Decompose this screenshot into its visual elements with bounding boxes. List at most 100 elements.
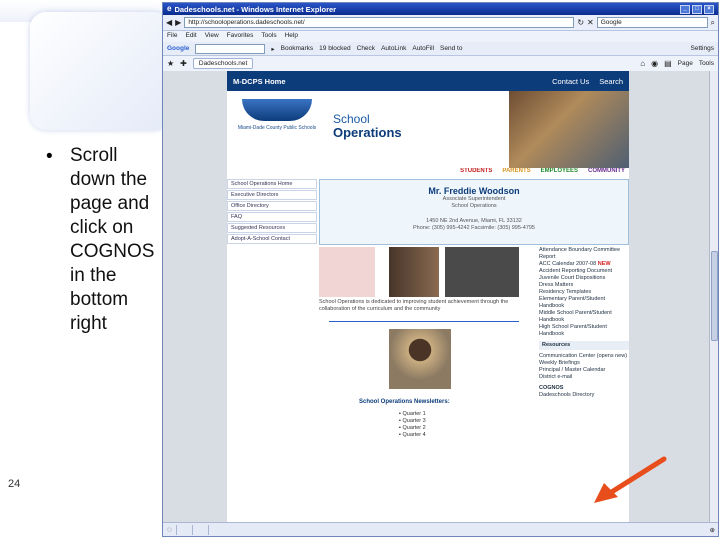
stop-icon[interactable]: ✕ [587,18,594,27]
nav-parents[interactable]: PARENTS [502,168,530,176]
link-elem-handbook[interactable]: Elementary Parent/Student Handbook [539,296,629,310]
instruction-text: Scroll down the page and click on COGNOS… [70,145,155,334]
new-badge: NEW [597,261,611,267]
slide: • Scroll down the page and click on COGN… [0,0,720,540]
window-title: Dadeschools.net - Windows Internet Explo… [174,4,337,14]
maximize-icon[interactable]: □ [692,4,702,14]
bullet-marker: • [46,146,53,167]
search-icon[interactable]: ⌕ [711,18,715,27]
add-favorite-icon[interactable]: ✚ [180,59,187,68]
link-dadeschools-directory[interactable]: Dadeschools Directory [539,392,629,399]
browser-titlebar: e Dadeschools.net - Windows Internet Exp… [163,3,718,15]
slide-page-number: 24 [8,478,21,490]
menu-edit[interactable]: Edit [185,32,196,41]
toolbar-settings[interactable]: Settings [691,45,715,52]
print-icon[interactable]: ▤ [664,59,672,68]
address-input[interactable]: http://schooloperations.dadeschools.net/ [184,17,575,28]
status-segment [175,525,188,535]
toolbar-autolink[interactable]: AutoLink [381,45,406,52]
toolbar-send-to[interactable]: Send to [440,45,462,52]
menu-tools[interactable]: Tools [261,32,276,41]
tools-menu[interactable]: Tools [699,60,714,68]
home-icon[interactable]: ⌂ [640,59,645,68]
address-bar-row: ◀ ▶ http://schooloperations.dadeschools.… [163,15,718,31]
close-icon[interactable]: × [704,4,714,14]
google-logo: Google [167,45,190,52]
contact-us-link[interactable]: Contact Us [552,77,589,86]
link-district-email[interactable]: District e-mail [539,374,629,381]
toolbar-autofill[interactable]: AutoFill [412,45,434,52]
site-sidebar: School Operations Home Executive Directo… [227,179,317,245]
ie-logo-icon: e [167,4,172,13]
link-high-handbook[interactable]: High School Parent/Student Handbook [539,324,629,338]
banner-photo [509,91,629,168]
newsletter-link[interactable]: ▪ Quarter 4 [399,432,426,439]
cognos-link[interactable]: COGNOS [539,385,629,392]
mdcps-home-link[interactable]: M-DCPS Home [233,77,286,86]
tab-dadeschools[interactable]: Dadeschools.net [192,58,254,69]
sidebar-item-exec-directors[interactable]: Executive Directors [227,190,317,200]
toolbar-check[interactable]: Check [357,45,375,52]
menu-view[interactable]: View [205,32,219,41]
newsletter-link[interactable]: ▪ Quarter 1 [399,411,426,418]
tab-row: ★ ✚ Dadeschools.net ⌂ ◉ ▤ Page Tools [163,56,718,72]
forward-icon[interactable]: ▶ [175,18,181,27]
link-communication-center[interactable]: Communication Center (opens new) [539,353,629,360]
office-address: 1450 NE 2nd Avenue, Miami, FL 33132 [426,218,522,224]
link-acc-calendar[interactable]: ACC Calendar 2007-08 NEW [539,261,629,268]
zoom-control[interactable]: ⊕ [710,526,715,534]
cognos-pointer-arrow-icon [594,456,667,503]
search-link[interactable]: Search [599,77,623,86]
minimize-icon[interactable]: _ [680,4,690,14]
newsletter-link[interactable]: ▪ Quarter 2 [399,425,426,432]
scrollbar-thumb[interactable] [711,251,718,341]
leader-photo [389,329,451,389]
vertical-scrollbar[interactable] [709,71,718,522]
nav-community[interactable]: COMMUNITY [588,168,625,176]
site-nav: STUDENTS PARENTS EMPLOYEES COMMUNITY [227,168,629,176]
link-dress-matters[interactable]: Dress Matters [539,282,629,289]
feeds-icon[interactable]: ◉ [651,59,658,68]
link-juvenile-court[interactable]: Juvenile Court Dispositions [539,275,629,282]
nav-students[interactable]: STUDENTS [460,168,492,176]
logo-text: Miami-Dade County Public Schools [237,125,317,131]
link-middle-handbook[interactable]: Middle School Parent/Student Handbook [539,310,629,324]
menu-favorites[interactable]: Favorites [227,32,254,41]
search-input[interactable]: Google [596,17,708,28]
link-residency-templates[interactable]: Residency Templates [539,289,629,296]
toolbar-popup-blocked[interactable]: 19 blocked [319,45,350,52]
mdcps-logo[interactable]: Miami-Dade County Public Schools [227,91,327,168]
link-weekly-briefings[interactable]: Weekly Briefings [539,360,629,367]
nav-employees[interactable]: EMPLOYEES [541,168,578,176]
divider [329,321,519,322]
newsletters-heading: School Operations Newsletters: [359,399,450,405]
menu-bar: File Edit View Favorites Tools Help [163,31,718,42]
newsletter-link[interactable]: ▪ Quarter 3 [399,418,426,425]
menu-file[interactable]: File [167,32,177,41]
site-banner: Miami-Dade County Public Schools School … [227,91,629,168]
back-icon[interactable]: ◀ [166,18,172,27]
link-master-calendar[interactable]: Principal / Master Calendar [539,367,629,374]
sidebar-item-office-directory[interactable]: Office Directory [227,201,317,211]
mission-statement: School Operations is dedicated to improv… [319,299,509,312]
leader-name: Mr. Freddie Woodson [428,186,520,196]
main-pane: Mr. Freddie Woodson Associate Superinten… [319,179,629,522]
google-toolbar: Google ▸ Bookmarks 19 blocked Check Auto… [163,42,718,56]
link-accident-reporting[interactable]: Accident Reporting Document [539,268,629,275]
favorites-star-icon[interactable]: ★ [167,59,174,68]
refresh-icon[interactable]: ↻ [577,18,584,27]
menu-help[interactable]: Help [285,32,298,41]
google-go-button[interactable]: ▸ [271,45,274,53]
toolbar-bookmarks[interactable]: Bookmarks [281,45,314,52]
sidebar-item-faq[interactable]: FAQ [227,212,317,222]
sidebar-item-home[interactable]: School Operations Home [227,179,317,189]
sidebar-item-adopt-a-school[interactable]: Adopt-A-School Contact [227,234,317,244]
office-phone: Phone: (305) 995-4242 Facsimile: (305) 9… [413,225,535,231]
status-bar: ◌ ⊕ [163,522,718,536]
newsletters-list: ▪ Quarter 1 ▪ Quarter 3 ▪ Quarter 2 ▪ Qu… [399,411,426,439]
google-search-input[interactable] [195,43,266,54]
right-links-column: Attendance Boundary Committee Report ACC… [539,247,629,399]
sidebar-item-resources[interactable]: Suggested Resources [227,223,317,233]
link-attendance-boundary[interactable]: Attendance Boundary Committee Report [539,247,629,261]
page-menu[interactable]: Page [678,60,693,68]
